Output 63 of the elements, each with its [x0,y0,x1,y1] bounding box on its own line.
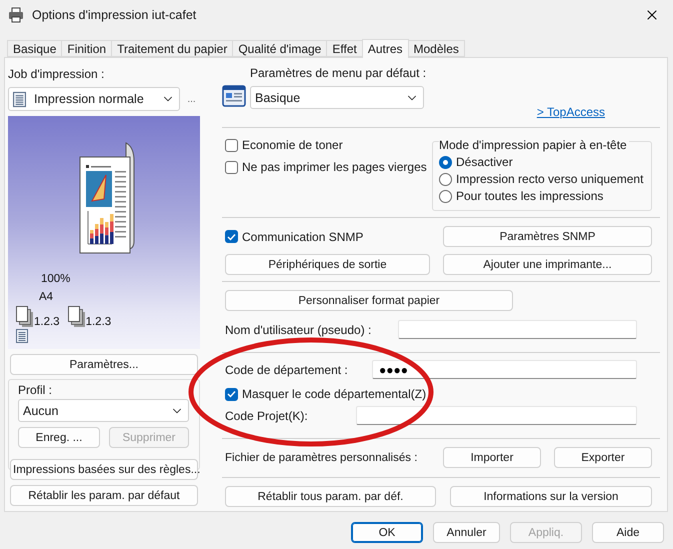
action-button[interactable]: Impressions basées sur des règles... [10,459,198,480]
paper-size-text: A4 [39,291,54,303]
field-label: Paramètres de menu par défaut : [250,66,426,80]
tab[interactable]: Traitement du papier [111,40,234,57]
settings-button[interactable]: Paramètres... [10,354,198,375]
radio-button[interactable] [439,156,452,168]
username-field[interactable] [398,320,637,339]
topaccess-link[interactable]: > TopAccess [536,105,605,119]
job-select[interactable]: Impression normale [8,87,180,111]
scale-text: 100% [41,273,70,285]
field-label: Code de département : [225,362,349,376]
checkbox[interactable] [225,138,238,152]
radio-button[interactable] [439,172,452,186]
action-button[interactable]: Rétablir tous param. par déf. [225,486,436,507]
custom-paper-button[interactable]: Personnaliser format papier [225,290,513,311]
field-label: Job d'impression : [8,67,104,81]
group-title: Mode d'impression papier à en-tête [439,138,629,152]
window-title: Options d'impression iut-cafet [32,8,198,22]
profile-button[interactable]: Enreg. ... [18,427,100,448]
field-label: Nom d'utilisateur (pseudo) : [225,322,372,336]
dialog-button[interactable]: Aide [592,522,664,543]
tab[interactable]: Basique [7,40,62,57]
collate-text: 1.2.3 [86,316,112,328]
dialog-button[interactable]: OK [351,522,423,543]
page-stack-icon [68,306,86,328]
more-button[interactable]: ... [183,90,200,108]
action-button[interactable]: Périphériques de sortie [225,254,430,275]
group-label: Profil : [18,383,54,397]
snmp-settings-button[interactable]: Paramètres SNMP [443,226,652,247]
checkbox[interactable] [225,230,238,243]
project-code-field[interactable] [356,406,637,425]
checkbox-label: Communication SNMP [242,230,364,244]
checkbox-label: Economie de toner [242,138,343,152]
collate-text: 1.2.3 [34,316,60,328]
tab[interactable]: Modèles [408,40,465,57]
file-button[interactable]: Importer [443,447,541,468]
field-label: Fichier de paramètres personnalisés : [225,452,418,464]
tab[interactable]: Qualité d'image [232,40,328,57]
document-icon [16,329,28,343]
department-code-field[interactable]: ●●●● [372,360,637,379]
radio-label: Désactiver [456,155,513,169]
dialog-button[interactable]: Annuler [433,522,500,543]
field-label: Code Projet(K): [225,408,309,422]
page-stack-icon [16,306,34,328]
checkbox-label: Masquer le code départemental(Z) [242,387,426,401]
radio-label: Pour toutes les impressions [456,189,604,203]
window-icon [222,84,246,108]
checkbox-label: Ne pas imprimer les pages vierges [242,160,427,174]
tab[interactable]: Finition [61,40,112,57]
file-button[interactable]: Exporter [554,447,652,468]
printer-icon [8,7,24,23]
radio-label: Impression recto verso uniquement [456,172,644,186]
checkbox[interactable] [225,388,238,400]
action-button[interactable]: Ajouter une imprimante... [443,254,652,275]
document-icon [13,90,26,108]
checkbox[interactable] [225,160,238,174]
profile-select[interactable]: Aucun [18,399,189,422]
menu-defaults-select[interactable]: Basique [250,86,424,109]
radio-button[interactable] [439,190,452,202]
action-button[interactable]: Informations sur la version [450,486,652,507]
tab[interactable]: Effet [326,40,363,57]
tab[interactable]: Autres [362,39,409,58]
action-button[interactable]: Rétablir les param. par défaut [10,485,198,506]
